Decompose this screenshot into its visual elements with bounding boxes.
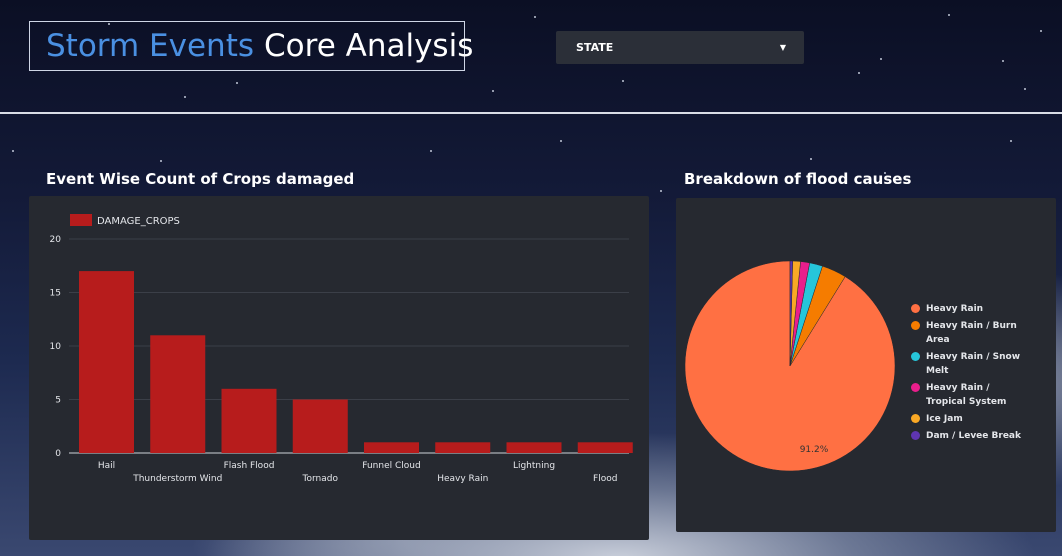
bar [364,442,419,453]
x-tick-label: Flood [593,474,617,484]
dashboard-title: Storm Events Core Analysis [29,21,473,71]
bar [435,442,491,453]
bar [221,388,277,453]
x-tick-label: Hail [98,461,115,471]
state-dropdown[interactable]: STATE ▼ [556,31,804,64]
bar [150,335,206,453]
y-tick-label: 0 [55,449,61,459]
pie-legend-label: Heavy Rain / Tropical System [926,383,1007,407]
y-tick-label: 5 [55,396,61,406]
pie-chart-title: Breakdown of flood causes [684,170,912,188]
legend-dot-icon [911,304,920,313]
pie-legend-label: Heavy Rain / Burn Area [926,321,1017,345]
bar-chart: DAMAGE_CROPS 0 5 10 15 20 Hail Thunderstorm Win… [50,214,633,484]
dashboard-title-accent: Storm Events [46,28,255,64]
y-tick-label: 15 [50,289,61,299]
pie-legend-item: Heavy Rain / Burn Area [911,319,1026,347]
y-tick-label: 10 [50,342,62,352]
x-tick-label: Thunderstorm Wind [132,474,222,484]
y-tick-label: 20 [50,235,62,245]
state-dropdown-label: STATE [576,41,614,54]
pie-legend-item: Dam / Levee Break [911,429,1026,443]
pie-legend-label: Heavy Rain [926,304,984,314]
bar [577,442,633,453]
pie-chart-panel: 91.2% Heavy Rain Heavy Rain / Burn Area He… [676,198,1056,532]
bar [292,399,348,453]
legend-label: DAMAGE_CROPS [97,216,180,227]
pie-legend-label: Heavy Rain / Snow Melt [926,352,1021,376]
pie-legend-label: Ice Jam [926,414,963,424]
pie-chart: 91.2% [684,260,896,472]
header-divider [0,112,1062,114]
pie-legend-item: Heavy Rain / Snow Melt [911,350,1026,378]
legend-dot-icon [911,383,920,392]
x-tick-label: Lightning [513,461,555,471]
bar [506,442,562,453]
caret-down-icon: ▼ [779,43,786,52]
pie-legend-item: Heavy Rain [911,302,1026,316]
x-tick-label: Tornado [302,474,339,484]
bar [79,271,134,453]
legend-dot-icon [911,352,920,361]
pie-data-label: 91.2% [800,445,829,455]
legend-dot-icon [911,321,920,330]
pie-legend: Heavy Rain Heavy Rain / Burn Area Heavy Ra… [911,302,1026,446]
bar-chart-title: Event Wise Count of Crops damaged [46,170,355,188]
legend-dot-icon [911,431,920,440]
x-tick-label: Funnel Cloud [362,461,420,471]
pie-legend-label: Dam / Levee Break [926,431,1021,441]
pie-legend-item: Heavy Rain / Tropical System [911,381,1026,409]
dashboard-title-rest: Core Analysis [264,28,474,64]
legend-swatch [70,214,92,226]
x-tick-label: Flash Flood [224,461,275,471]
bar-chart-panel: DAMAGE_CROPS 0 5 10 15 20 Hail Thunderstorm Win… [29,196,649,540]
x-tick-label: Heavy Rain [437,474,488,484]
legend-dot-icon [911,414,920,423]
pie-legend-item: Ice Jam [911,412,1026,426]
